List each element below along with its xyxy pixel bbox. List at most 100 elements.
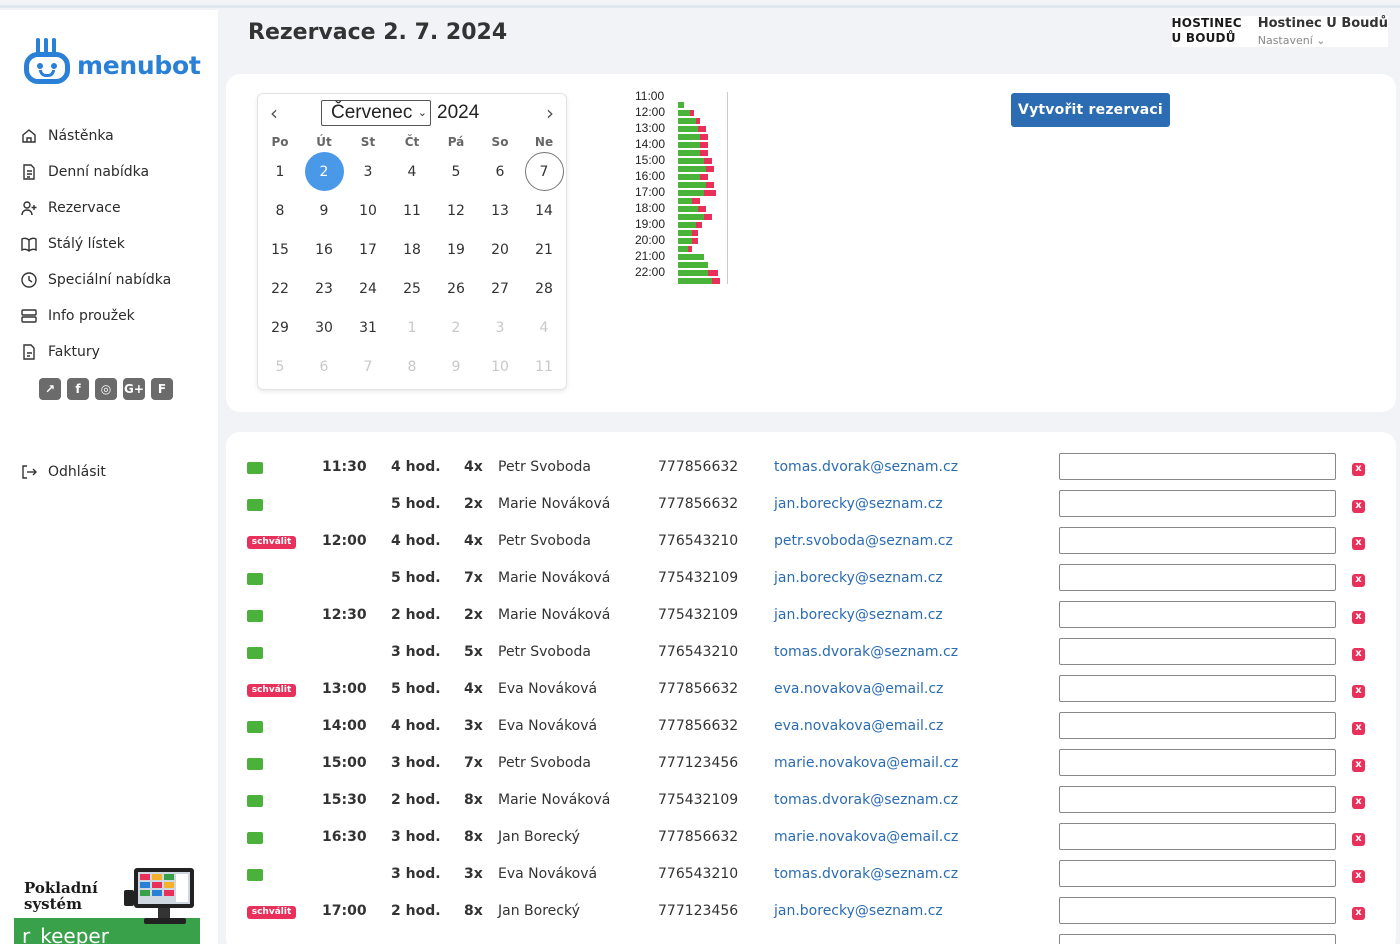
- reservation-note-input[interactable]: [1059, 490, 1336, 517]
- calendar-day[interactable]: 6: [302, 347, 346, 386]
- calendar-day[interactable]: 27: [478, 269, 522, 308]
- sidebar-item-document[interactable]: Denní nabídka: [20, 154, 171, 190]
- reservation-note-input[interactable]: [1059, 749, 1336, 776]
- pos-promo-banner[interactable]: Pokladní systém r_keeper: [14, 858, 200, 944]
- reservation-note-input[interactable]: [1059, 638, 1336, 665]
- logout-link[interactable]: Odhlásit: [20, 454, 106, 490]
- calendar-day[interactable]: 1: [390, 308, 434, 347]
- calendar-day[interactable]: 10: [478, 347, 522, 386]
- reservation-email-link[interactable]: petr.svoboda@seznam.cz: [774, 533, 953, 549]
- calendar-day[interactable]: 15: [258, 230, 302, 269]
- sidebar-item-invoice[interactable]: Faktury: [20, 334, 171, 370]
- calendar-day[interactable]: 20: [478, 230, 522, 269]
- calendar-day[interactable]: 13: [478, 191, 522, 230]
- calendar-day[interactable]: 5: [258, 347, 302, 386]
- delete-reservation-button[interactable]: x: [1352, 907, 1365, 920]
- sidebar-item-clock[interactable]: Speciální nabídka: [20, 262, 171, 298]
- calendar-day[interactable]: 19: [434, 230, 478, 269]
- calendar-day[interactable]: 21: [522, 230, 566, 269]
- calendar-day[interactable]: 10: [346, 191, 390, 230]
- calendar-day[interactable]: 8: [390, 347, 434, 386]
- delete-reservation-button[interactable]: x: [1352, 685, 1365, 698]
- calendar-day[interactable]: 6: [478, 152, 522, 191]
- calendar-day[interactable]: 17: [346, 230, 390, 269]
- calendar-day[interactable]: 1: [258, 152, 302, 191]
- reservation-email-link[interactable]: jan.borecky@seznam.cz: [774, 607, 943, 623]
- month-select[interactable]: Červenec ⌄: [321, 100, 431, 126]
- delete-reservation-button[interactable]: x: [1352, 870, 1365, 883]
- reservation-email-link[interactable]: jan.borecky@seznam.cz: [774, 903, 943, 919]
- approve-button[interactable]: schválit: [247, 684, 296, 697]
- reservation-note-input[interactable]: [1059, 823, 1336, 850]
- calendar-day[interactable]: 29: [258, 308, 302, 347]
- calendar-day[interactable]: 28: [522, 269, 566, 308]
- delete-reservation-button[interactable]: x: [1352, 759, 1365, 772]
- reservation-note-input[interactable]: [1059, 934, 1336, 944]
- app-logo[interactable]: menubot: [22, 38, 201, 84]
- create-reservation-button[interactable]: Vytvořit rezervaci: [1011, 93, 1170, 127]
- reservation-note-input[interactable]: [1059, 675, 1336, 702]
- calendar-day[interactable]: 26: [434, 269, 478, 308]
- calendar-day-today[interactable]: 7: [522, 152, 566, 191]
- delete-reservation-button[interactable]: x: [1352, 574, 1365, 587]
- reservation-note-input[interactable]: [1059, 527, 1336, 554]
- reservation-email-link[interactable]: jan.borecky@seznam.cz: [774, 570, 943, 586]
- delete-reservation-button[interactable]: x: [1352, 500, 1365, 513]
- calendar-day[interactable]: 11: [390, 191, 434, 230]
- google-plus-icon[interactable]: G+: [123, 378, 145, 400]
- prev-month-button[interactable]: ‹: [264, 103, 284, 124]
- delete-reservation-button[interactable]: x: [1352, 648, 1365, 661]
- sidebar-item-home[interactable]: Nástěnka: [20, 118, 171, 154]
- calendar-day[interactable]: 11: [522, 347, 566, 386]
- delete-reservation-button[interactable]: x: [1352, 722, 1365, 735]
- calendar-day[interactable]: 18: [390, 230, 434, 269]
- calendar-day[interactable]: 4: [522, 308, 566, 347]
- reservation-email-link[interactable]: jan.borecky@seznam.cz: [774, 496, 943, 512]
- reservation-note-input[interactable]: [1059, 897, 1336, 924]
- calendar-day[interactable]: 12: [434, 191, 478, 230]
- delete-reservation-button[interactable]: x: [1352, 463, 1365, 476]
- calendar-day-selected[interactable]: 2: [302, 152, 346, 191]
- reservation-email-link[interactable]: tomas.dvorak@seznam.cz: [774, 792, 958, 808]
- approve-button[interactable]: schválit: [247, 906, 296, 919]
- facebook-icon[interactable]: f: [67, 378, 89, 400]
- calendar-day[interactable]: 16: [302, 230, 346, 269]
- calendar-day[interactable]: 30: [302, 308, 346, 347]
- approve-button[interactable]: schválit: [247, 536, 296, 549]
- instagram-icon[interactable]: ◎: [95, 378, 117, 400]
- calendar-day[interactable]: 25: [390, 269, 434, 308]
- reservation-email-link[interactable]: marie.novakova@email.cz: [774, 755, 958, 771]
- reservation-email-link[interactable]: tomas.dvorak@seznam.cz: [774, 644, 958, 660]
- calendar-day[interactable]: 3: [346, 152, 390, 191]
- calendar-day[interactable]: 2: [434, 308, 478, 347]
- sidebar-item-book[interactable]: Stálý lístek: [20, 226, 171, 262]
- delete-reservation-button[interactable]: x: [1352, 611, 1365, 624]
- calendar-day[interactable]: 5: [434, 152, 478, 191]
- sidebar-item-add-user[interactable]: Rezervace: [20, 190, 171, 226]
- settings-dropdown[interactable]: Nastavení ⌄: [1258, 34, 1388, 47]
- reservation-email-link[interactable]: tomas.dvorak@seznam.cz: [774, 459, 958, 475]
- reservation-email-link[interactable]: tomas.dvorak@seznam.cz: [774, 866, 958, 882]
- external-link-icon[interactable]: ↗: [39, 378, 61, 400]
- foursquare-icon[interactable]: F: [151, 378, 173, 400]
- delete-reservation-button[interactable]: x: [1352, 833, 1365, 846]
- reservation-note-input[interactable]: [1059, 453, 1336, 480]
- calendar-day[interactable]: 24: [346, 269, 390, 308]
- calendar-day[interactable]: 23: [302, 269, 346, 308]
- reservation-note-input[interactable]: [1059, 786, 1336, 813]
- reservation-email-link[interactable]: eva.novakova@email.cz: [774, 718, 943, 734]
- delete-reservation-button[interactable]: x: [1352, 537, 1365, 550]
- calendar-day[interactable]: 22: [258, 269, 302, 308]
- calendar-day[interactable]: 31: [346, 308, 390, 347]
- calendar-day[interactable]: 7: [346, 347, 390, 386]
- sidebar-item-strip[interactable]: Info proužek: [20, 298, 171, 334]
- reservation-note-input[interactable]: [1059, 860, 1336, 887]
- calendar-day[interactable]: 9: [302, 191, 346, 230]
- reservation-email-link[interactable]: eva.novakova@email.cz: [774, 681, 943, 697]
- calendar-day[interactable]: 3: [478, 308, 522, 347]
- reservation-note-input[interactable]: [1059, 601, 1336, 628]
- reservation-email-link[interactable]: marie.novakova@email.cz: [774, 829, 958, 845]
- calendar-day[interactable]: 9: [434, 347, 478, 386]
- reservation-note-input[interactable]: [1059, 564, 1336, 591]
- reservation-note-input[interactable]: [1059, 712, 1336, 739]
